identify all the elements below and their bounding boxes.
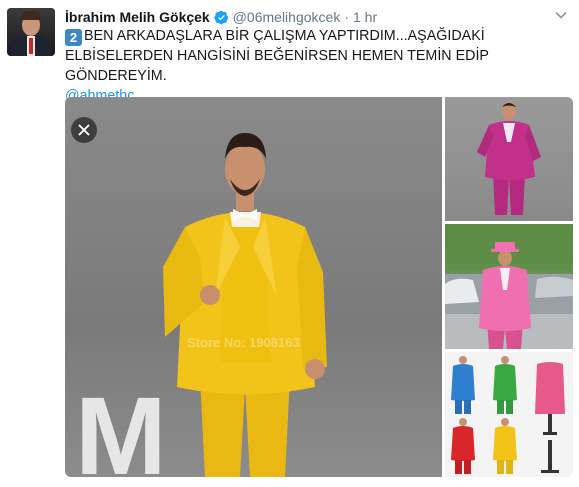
author-handle[interactable]: @06melihgokcek — [233, 9, 341, 25]
yellow-suit-photo[interactable]: M Store No: 1908163 — [65, 97, 442, 477]
close-button[interactable] — [71, 117, 97, 143]
store-watermark: Store No: 1908163 — [187, 335, 300, 350]
tweet-header: İbrahim Melih Gökçek @06melihgokcek · 1 … — [65, 7, 377, 27]
tweet-text-line1: BEN ARKADAŞLARA BİR ÇALIŞMA YAPTIRDIM...… — [84, 28, 485, 44]
author-avatar[interactable] — [7, 8, 55, 56]
magenta-suit-photo[interactable] — [445, 97, 573, 221]
pink-suit-street-scene — [445, 224, 573, 349]
colored-suits-grid — [445, 352, 573, 477]
tweet-timestamp[interactable]: 1 hr — [353, 9, 377, 25]
separator-dot: · — [344, 9, 349, 25]
colored-suits-grid-photo[interactable] — [445, 352, 573, 477]
author-name[interactable]: İbrahim Melih Gökçek — [65, 9, 210, 25]
avatar-tie — [29, 38, 33, 54]
yellow-suit-figure — [163, 133, 327, 477]
close-icon — [78, 124, 90, 136]
magenta-suit-figure — [477, 102, 541, 215]
media-grid: M Store No: 1908163 — [65, 97, 573, 477]
avatar-hair — [21, 11, 41, 20]
tweet[interactable]: İbrahim Melih Gökçek @06melihgokcek · 1 … — [0, 0, 579, 487]
tweet-text-line2: ELBİSELERDEN HANGİSİNİ BEĞENİRSEN HEMEN … — [65, 48, 489, 84]
pink-suit-street-photo[interactable] — [445, 224, 573, 349]
verified-badge-icon — [214, 10, 228, 24]
keycap-two-emoji: 2 — [65, 29, 82, 46]
tweet-text: 2 BEN ARKADAŞLARA BİR ÇALIŞMA YAPTIRDIM..… — [65, 26, 571, 106]
chevron-down-icon[interactable] — [553, 7, 569, 23]
